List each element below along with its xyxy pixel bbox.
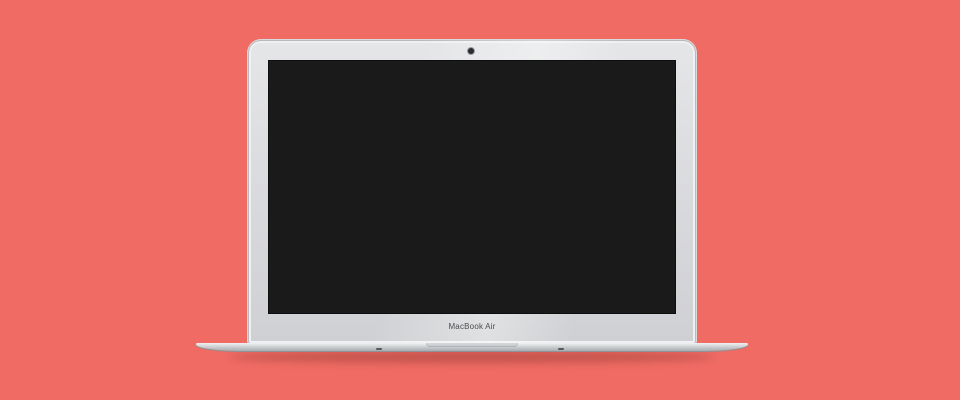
laptop-lid: MacBook Air: [248, 40, 696, 344]
laptop-screen: [268, 60, 676, 314]
trackpad-notch: [426, 343, 518, 347]
laptop-mockup: MacBook Air: [0, 0, 960, 400]
laptop-base: [196, 343, 748, 351]
camera-icon: [468, 48, 474, 54]
foot-right: [558, 348, 564, 350]
foot-left: [376, 348, 382, 350]
brand-label: MacBook Air: [448, 322, 496, 331]
page-background: MacBook Air: [0, 0, 960, 400]
laptop-shadow: [230, 351, 714, 363]
